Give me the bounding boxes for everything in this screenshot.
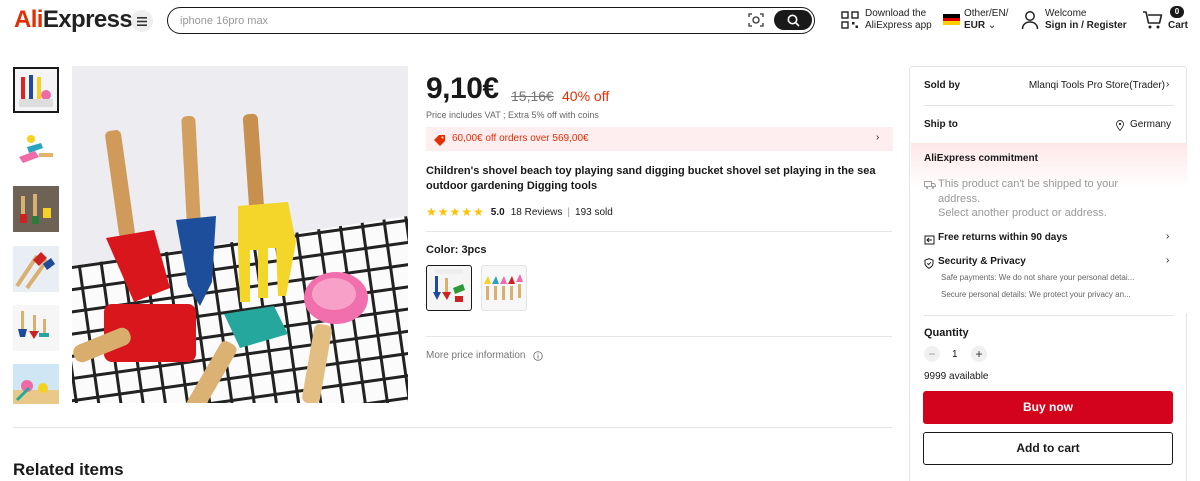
color-label: Color: 3pcs [426,244,487,256]
buy-now-button[interactable]: Buy now [923,391,1173,424]
divider [924,105,1174,106]
quantity-value[interactable]: 1 [952,349,958,360]
commitment-title: AliExpress commitment [924,153,1038,164]
chevron-right-icon: › [876,132,880,143]
original-price: 15,16€ [511,88,554,104]
cart-count-badge: 0 [1170,6,1184,18]
location-pin-icon [1116,118,1124,136]
seller-name[interactable]: Mlanqi Tools Pro Store(Trader) [1020,80,1165,91]
divider [426,231,892,232]
color-option-2[interactable] [481,265,527,311]
promo-banner[interactable]: 60,00€ off orders over 569,00€ › [426,127,893,151]
camera-search-icon[interactable] [748,12,766,28]
shield-icon [924,256,934,274]
return-icon [924,232,935,250]
user-icon[interactable] [1021,10,1039,35]
quantity-decrease-button[interactable]: − [924,346,940,362]
discount-label: 40% off [562,88,610,104]
free-returns-link[interactable]: Free returns within 90 days [938,232,1068,243]
secure-details-text: Secure personal details: We protect your… [941,290,1131,299]
rating-row[interactable]: ★★★★★ 5.0 18 Reviews | 193 sold [426,205,613,219]
info-icon [533,350,544,361]
color-option-3pcs[interactable] [426,265,472,311]
divider [426,336,892,337]
vat-note: Price includes VAT ; Extra 5% off with c… [426,110,599,120]
search-button[interactable] [774,10,812,30]
available-stock: 9999 available [924,371,989,382]
star-rating-icon: ★★★★★ [426,205,485,219]
divider: | [567,206,571,218]
sold-by-label: Sold by [924,80,961,91]
chevron-down-icon: ⌄ [987,20,997,31]
product-thumbnail-2[interactable] [13,127,59,173]
product-thumbnail-1[interactable] [13,67,59,113]
locale-currency-selector[interactable]: Other/EN/ EUR ⌄ [964,8,1008,32]
promo-text: 60,00€ off orders over 569,00€ [452,133,589,144]
safe-payments-text: Safe payments: We do not share your pers… [941,273,1135,282]
menu-icon[interactable] [131,10,153,32]
commitment-section [911,143,1187,313]
product-thumbnail-3[interactable] [13,186,59,232]
divider [13,427,892,428]
sold-count: 193 sold [575,206,613,218]
quantity-increase-button[interactable]: + [971,346,987,362]
account-menu[interactable]: Welcome Sign in / Register [1045,8,1127,32]
chevron-right-icon: › [1166,255,1170,266]
cart-label[interactable]: Cart [1168,20,1188,32]
security-privacy-link[interactable]: Security & Privacy [938,256,1026,267]
ship-to-label: Ship to [924,119,958,130]
germany-flag-icon [943,14,960,25]
download-app-link[interactable]: Download the AliExpress app [865,8,932,32]
search-bar [167,7,815,34]
truck-icon [924,177,936,195]
product-thumbnail-4[interactable] [13,246,59,292]
header: AliExpress Download the AliExpress app O… [0,0,1200,44]
coupon-tag-icon [433,133,446,151]
quantity-label: Quantity [924,327,969,339]
product-thumbnail-6[interactable] [13,364,59,404]
divider [924,315,1174,316]
rating-value: 5.0 [490,206,505,218]
shipping-warning: This product can't be shipped to your ad… [938,178,1119,219]
chevron-right-icon: › [1166,79,1170,90]
reviews-count[interactable]: 18 Reviews [511,207,563,218]
cart-icon[interactable] [1142,10,1164,35]
current-price: 9,10€ [426,72,499,105]
search-input[interactable] [180,11,740,30]
product-thumbnail-5[interactable] [13,305,59,351]
main-product-image[interactable] [72,66,408,403]
add-to-cart-button[interactable]: Add to cart [923,432,1173,465]
more-price-info-link[interactable]: More price information [426,350,544,361]
search-icon [787,14,800,27]
product-title: Children's shovel beach toy playing sand… [426,165,876,192]
ship-to-country[interactable]: Germany [1130,119,1171,130]
qr-code-icon[interactable] [841,11,859,34]
aliexpress-logo[interactable]: AliExpress [14,6,133,34]
chevron-right-icon: › [1166,231,1170,242]
related-items-heading: Related items [13,460,124,479]
